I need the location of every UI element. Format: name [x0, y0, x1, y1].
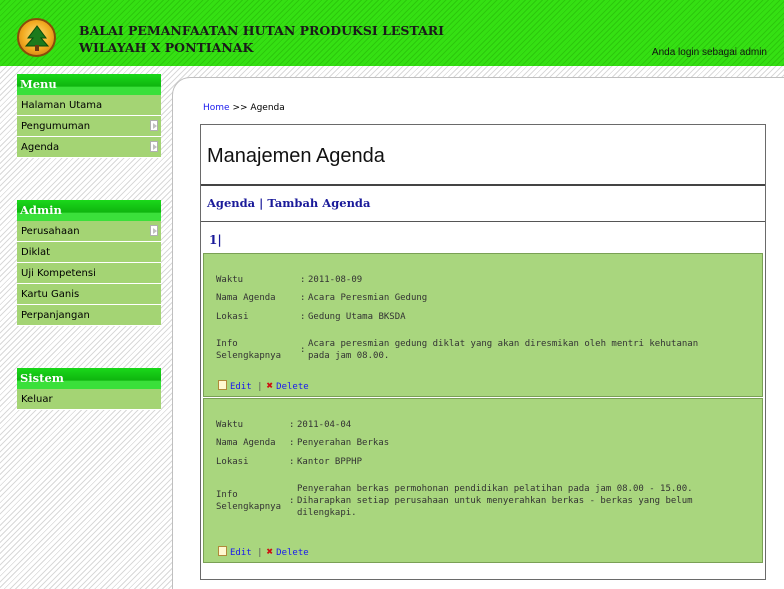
subnav-divider — [201, 221, 765, 222]
sidebar-item-keluar[interactable]: Keluar — [17, 389, 161, 410]
main-panel: Home >> Agenda Manajemen Agenda Agenda |… — [172, 77, 784, 589]
submenu-arrow-icon — [150, 120, 158, 131]
sidebar-item-kartu-ganis[interactable]: Kartu Ganis — [17, 284, 161, 305]
header-bar: BALAI PEMANFAATAN HUTAN PRODUKSI LESTARI… — [0, 0, 784, 66]
sidebar-item-label: Agenda — [21, 142, 60, 153]
info-line: Acara peresmian gedung diklat yang akan … — [308, 339, 699, 349]
sidebar-item-agenda[interactable]: Agenda — [17, 137, 161, 158]
agenda-subnav: Agenda | Tambah Agenda — [207, 196, 370, 210]
delete-link[interactable]: Delete — [276, 382, 309, 392]
pagination: 1| — [209, 233, 222, 247]
subnav-separator: | — [259, 196, 264, 210]
lokasi-label: Lokasi — [216, 311, 249, 322]
info-label: Info Selengkapnya — [216, 483, 289, 519]
login-status: Anda login sebagai admin — [651, 47, 767, 58]
info-label-line2: Selengkapnya — [216, 502, 282, 512]
delete-icon[interactable]: ✖ — [267, 545, 274, 558]
agenda-link[interactable]: Agenda — [207, 196, 255, 210]
info-line: pada jam 08.00. — [308, 351, 390, 361]
agenda-card: Waktu : 2011-08-09 Nama Agenda : Acara P… — [203, 253, 763, 397]
colon: : — [300, 345, 306, 355]
nama-agenda-value: Acara Peresmian Gedung — [308, 293, 428, 303]
tambah-agenda-link[interactable]: Tambah Agenda — [267, 196, 370, 210]
waktu-value: 2011-08-09 — [308, 274, 363, 285]
sidebar-item-label: Perpanjangan — [21, 310, 90, 321]
site-title-line2: WILAYAH X PONTIANAK — [79, 40, 254, 55]
sidebar-menu-section: Menu Halaman Utama Pengumuman Agenda — [17, 74, 161, 158]
lokasi-label: Lokasi — [216, 456, 249, 467]
breadcrumb: Home >> Agenda — [203, 103, 285, 113]
edit-icon[interactable] — [218, 546, 227, 556]
action-separator: | — [257, 382, 263, 392]
site-title-line1: BALAI PEMANFAATAN HUTAN PRODUKSI LESTARI — [79, 23, 444, 38]
info-label: Info Selengkapnya — [216, 338, 300, 362]
colon: : — [300, 293, 306, 303]
sidebar-item-uji-kompetensi[interactable]: Uji Kompetensi — [17, 263, 161, 284]
sidebar-item-label: Kartu Ganis — [21, 289, 80, 300]
lokasi-value: Kantor BPPHP — [297, 456, 363, 467]
info-label-line1: Info — [216, 490, 238, 500]
waktu-label: Waktu — [216, 274, 244, 285]
info-label-line1: Info — [216, 339, 238, 349]
colon: : — [289, 419, 295, 430]
colon: : — [300, 274, 306, 285]
sidebar-item-halaman-utama[interactable]: Halaman Utama — [17, 95, 161, 116]
agenda-actions: Edit | ✖ Delete — [218, 379, 309, 392]
pagination-separator: | — [217, 233, 222, 247]
sidebar-menu-heading: Menu — [17, 74, 161, 95]
edit-link[interactable]: Edit — [230, 382, 252, 392]
nama-agenda-label: Nama Agenda — [216, 293, 276, 303]
sidebar-item-label: Halaman Utama — [21, 100, 103, 111]
sidebar-sistem-heading: Sistem — [17, 368, 161, 389]
sidebar-item-label: Perusahaan — [21, 226, 80, 237]
agenda-card: Waktu : 2011-04-04 Nama Agenda : Penyera… — [203, 398, 763, 563]
info-label-line2: Selengkapnya — [216, 351, 282, 361]
sidebar-item-pengumuman[interactable]: Pengumuman — [17, 116, 161, 137]
content-box: Manajemen Agenda Agenda | Tambah Agenda … — [200, 124, 766, 580]
sidebar-item-label: Diklat — [21, 247, 51, 258]
edit-icon[interactable] — [218, 380, 227, 390]
info-line: Diharapkan setiap perusahaan untuk menye… — [297, 496, 693, 506]
page-title: Manajemen Agenda — [207, 145, 385, 167]
delete-link[interactable]: Delete — [276, 548, 309, 558]
sidebar-item-perpanjangan[interactable]: Perpanjangan — [17, 305, 161, 326]
agenda-detail-table: Waktu : 2011-08-09 Nama Agenda : Acara P… — [216, 270, 698, 362]
info-value: Penyerahan berkas permohonan pendidikan … — [297, 483, 693, 519]
submenu-arrow-icon — [150, 141, 158, 152]
breadcrumb-separator: >> — [232, 103, 248, 113]
agenda-detail-table: Waktu : 2011-04-04 Nama Agenda : Penyera… — [216, 415, 693, 519]
waktu-value: 2011-04-04 — [297, 419, 352, 430]
sidebar-admin-heading: Admin — [17, 200, 161, 221]
info-value: Acara peresmian gedung diklat yang akan … — [308, 338, 698, 362]
sidebar-item-diklat[interactable]: Diklat — [17, 242, 161, 263]
info-line: Penyerahan berkas permohonan pendidikan … — [297, 484, 693, 494]
submenu-arrow-icon — [150, 225, 158, 236]
nama-agenda-label: Nama Agenda — [216, 438, 276, 448]
sidebar-item-perusahaan[interactable]: Perusahaan — [17, 221, 161, 242]
title-divider — [201, 184, 765, 186]
colon: : — [300, 311, 306, 322]
nama-agenda-value: Penyerahan Berkas — [297, 438, 390, 448]
sidebar-admin-section: Admin Perusahaan Diklat Uji Kompetensi K… — [17, 200, 161, 326]
tree-logo-icon — [17, 18, 56, 57]
waktu-label: Waktu — [216, 419, 244, 430]
delete-icon[interactable]: ✖ — [267, 379, 274, 392]
sidebar-item-label: Keluar — [21, 394, 53, 405]
action-separator: | — [257, 548, 263, 558]
info-line: dilengkapi. — [297, 508, 357, 518]
sidebar-item-label: Uji Kompetensi — [21, 268, 96, 279]
lokasi-value: Gedung Utama BKSDA — [308, 311, 406, 322]
colon: : — [289, 496, 295, 506]
edit-link[interactable]: Edit — [230, 548, 252, 558]
colon: : — [289, 438, 295, 448]
sidebar-item-label: Pengumuman — [21, 121, 91, 132]
breadcrumb-current: Agenda — [250, 103, 285, 113]
colon: : — [289, 456, 295, 467]
agenda-actions: Edit | ✖ Delete — [218, 545, 309, 558]
sidebar-sistem-section: Sistem Keluar — [17, 368, 161, 410]
site-title: BALAI PEMANFAATAN HUTAN PRODUKSI LESTARI… — [79, 22, 444, 56]
breadcrumb-home-link[interactable]: Home — [203, 103, 230, 113]
